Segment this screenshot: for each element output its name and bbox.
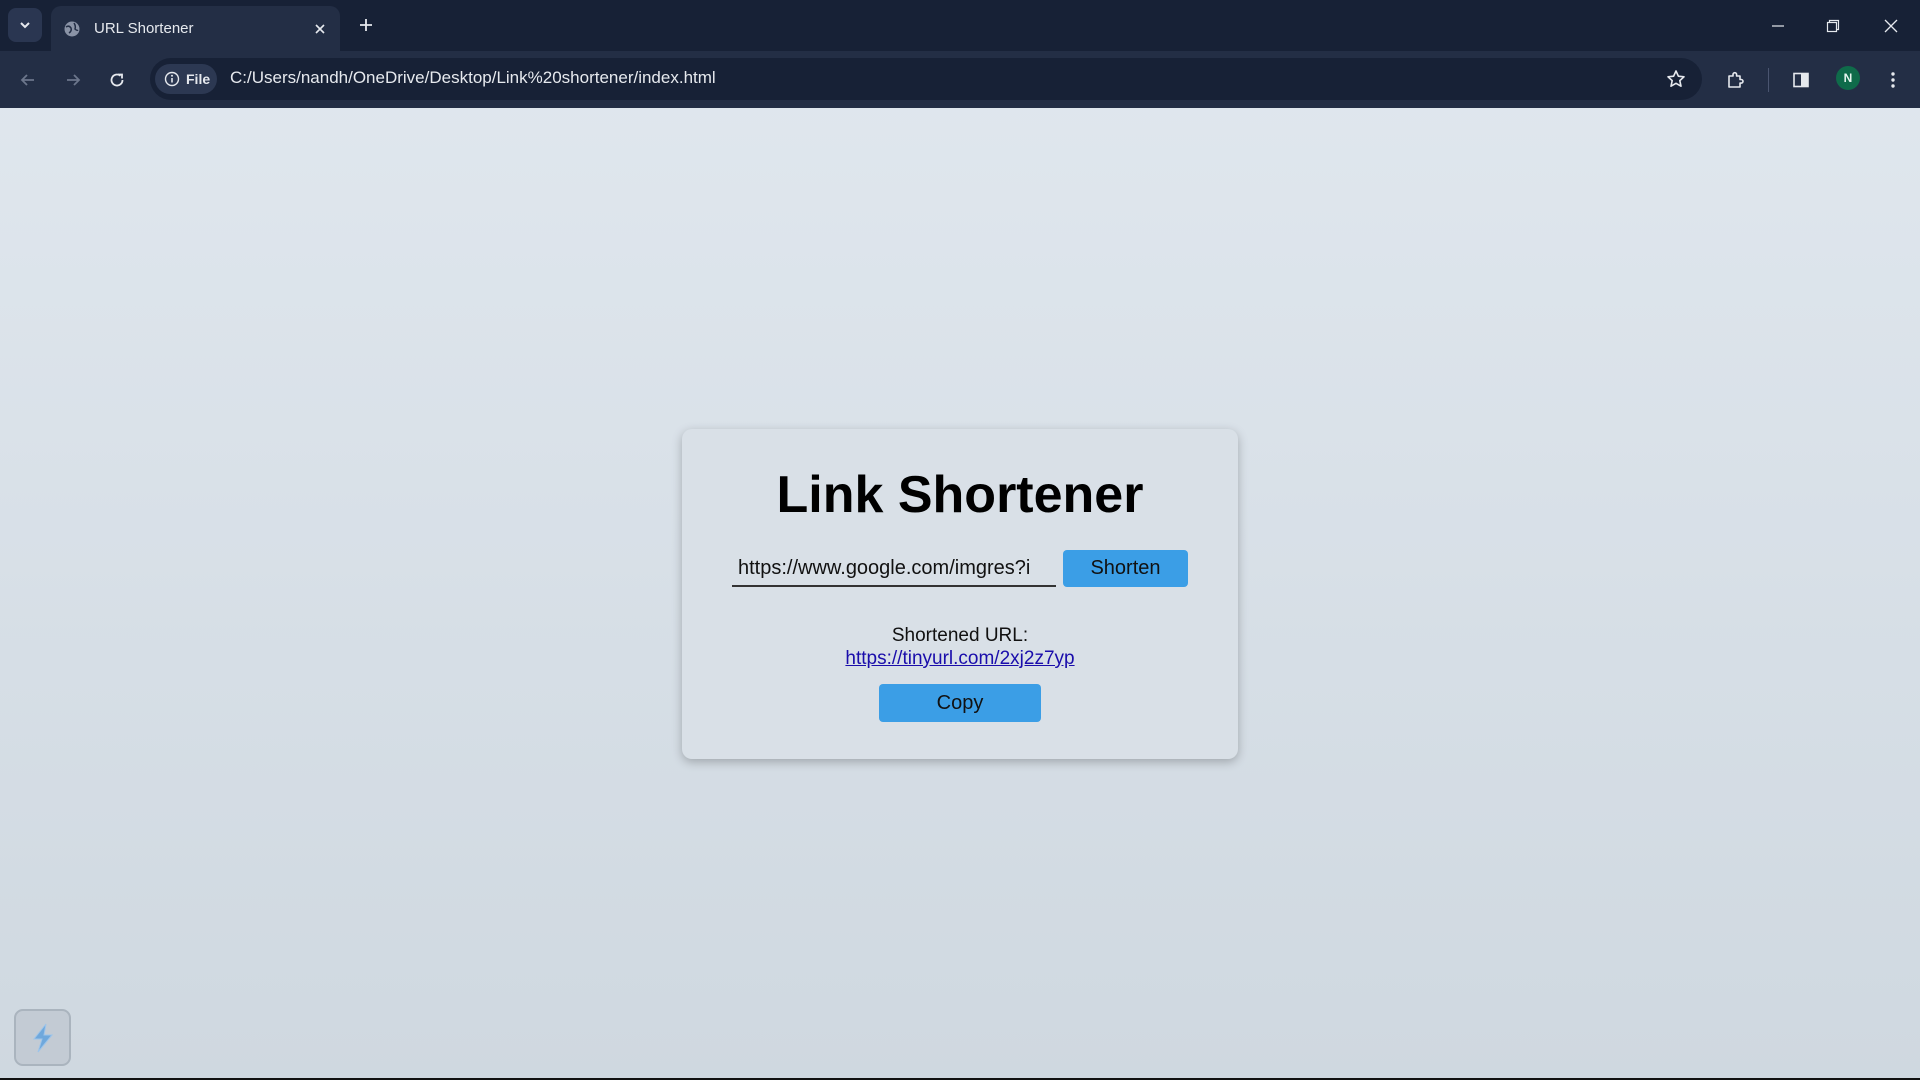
site-info-chip[interactable]: File [155,64,217,94]
shortened-url-label: Shortened URL: [891,625,1029,646]
chevron-down-icon [20,22,30,29]
globe-icon [63,20,81,38]
star-icon [1667,70,1685,87]
forward-button[interactable] [56,63,90,97]
close-window-button[interactable] [1863,0,1919,51]
restore-button[interactable] [1805,0,1861,51]
extensions-button[interactable] [1718,63,1752,97]
shortener-card: Link Shortener Shorten Shortened URL: ht… [682,429,1238,759]
app-logo-icon [32,1023,53,1052]
side-panel-button[interactable] [1784,63,1818,97]
taskbar-app-button[interactable] [14,1009,71,1066]
minimize-icon [1772,24,1784,27]
shortened-url-link[interactable]: https://tinyurl.com/2xj2z7yp [845,648,1074,669]
puzzle-icon [1728,71,1744,88]
tab-search-button[interactable] [8,8,42,42]
back-button[interactable] [11,63,45,97]
bookmark-button[interactable] [1664,67,1688,91]
arrow-left-icon [20,74,34,86]
site-info-label: File [186,71,211,87]
tab-strip: URL Shortener [0,0,1920,51]
url-input[interactable] [732,551,1056,587]
tab-close-icon[interactable] [310,19,330,39]
plus-icon [360,19,372,31]
page-title: Link Shortener [776,466,1144,524]
new-tab-button[interactable] [353,12,379,38]
info-icon [164,71,180,87]
kebab-menu-icon [1891,72,1895,88]
reload-icon [110,73,124,87]
shortened-url-row: https://tinyurl.com/2xj2z7yp [682,648,1238,670]
browser-toolbar: File C:/Users/nandh/OneDrive/Desktop/Lin… [0,51,1920,108]
profile-avatar[interactable]: N [1836,66,1860,90]
copy-button[interactable]: Copy [879,684,1041,722]
restore-icon [1826,19,1840,32]
arrow-right-icon [67,74,81,86]
toolbar-divider [1768,68,1769,92]
menu-button[interactable] [1876,63,1910,97]
side-panel-icon [1793,72,1809,88]
address-bar[interactable]: File C:/Users/nandh/OneDrive/Desktop/Lin… [150,58,1702,100]
reload-button[interactable] [100,63,134,97]
tab-url-shortener[interactable]: URL Shortener [51,6,340,51]
close-icon [1884,19,1898,32]
tab-title: URL Shortener [94,20,194,37]
minimize-button[interactable] [1750,0,1806,51]
shorten-button[interactable]: Shorten [1063,550,1188,587]
url-text[interactable]: C:/Users/nandh/OneDrive/Desktop/Link%20s… [230,68,716,88]
